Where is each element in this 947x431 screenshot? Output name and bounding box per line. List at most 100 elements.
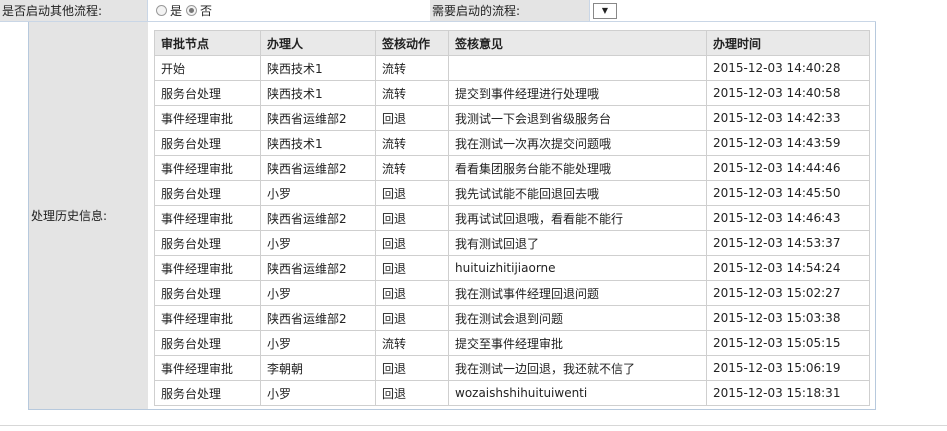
cell-opinion: 我有测试回退了 (448, 230, 707, 256)
cell-approval-node: 服务台处理 (154, 330, 261, 356)
cell-time: 2015-12-03 15:03:38 (706, 305, 870, 331)
cell-action: 回退 (375, 305, 449, 331)
chevron-down-icon: ▼ (601, 6, 609, 15)
cell-handler: 小罗 (260, 180, 376, 206)
table-row: 服务台处理 小罗 回退 我先试试能不能回退回去哦 2015-12-03 14:45:50 (154, 180, 870, 206)
cell-time: 2015-12-03 15:18:31 (706, 380, 870, 406)
cell-approval-node: 服务台处理 (154, 180, 261, 206)
history-label: 处理历史信息: (28, 22, 148, 410)
cell-opinion: 我再试试回退哦，看看能不能行 (448, 205, 707, 231)
cell-opinion: 我先试试能不能回退回去哦 (448, 180, 707, 206)
history-panel: 审批节点 办理人 签核动作 签核意见 办理时间 开始 陕西技术1 流转 2015-12… (148, 22, 876, 410)
cell-handler: 陕西省运维部2 (260, 205, 376, 231)
cell-handler: 陕西技术1 (260, 130, 376, 156)
cell-time: 2015-12-03 14:44:46 (706, 155, 870, 181)
table-row: 事件经理审批 李朝朝 回退 我在测试一边回退，我还就不信了 2015-12-03 15:… (154, 355, 870, 381)
cell-time: 2015-12-03 15:05:15 (706, 330, 870, 356)
radio-no[interactable] (186, 5, 198, 16)
table-row: 服务台处理 小罗 回退 wozaishshihuituiwenti 2015-12-03… (154, 380, 870, 406)
cell-handler: 小罗 (260, 380, 376, 406)
cell-approval-node: 开始 (154, 55, 261, 81)
cell-handler: 陕西技术1 (260, 80, 376, 106)
col-approval-node: 审批节点 (154, 30, 261, 56)
table-row: 服务台处理 陕西技术1 流转 提交到事件经理进行处理哦 2015-12-03 14:40… (154, 80, 870, 106)
table-row: 事件经理审批 陕西省运维部2 流转 看看集团服务台能不能处理哦 2015-12-03 1… (154, 155, 870, 181)
cell-handler: 李朝朝 (260, 355, 376, 381)
table-row: 服务台处理 陕西技术1 流转 我在测试一次再次提交问题哦 2015-12-03 14:4… (154, 130, 870, 156)
cell-action: 回退 (375, 105, 449, 131)
cell-opinion: 提交到事件经理进行处理哦 (448, 80, 707, 106)
footer-divider (0, 425, 947, 426)
col-handler: 办理人 (260, 30, 376, 56)
table-row: 服务台处理 小罗 回退 我有测试回退了 2015-12-03 14:53:37 (154, 230, 870, 256)
cell-time: 2015-12-03 15:06:19 (706, 355, 870, 381)
cell-opinion: 提交至事件经理审批 (448, 330, 707, 356)
cell-approval-node: 事件经理审批 (154, 205, 261, 231)
cell-opinion: 我在测试会退到问题 (448, 305, 707, 331)
cell-time: 2015-12-03 14:40:28 (706, 55, 870, 81)
cell-approval-node: 服务台处理 (154, 230, 261, 256)
table-row: 服务台处理 小罗 回退 我在测试事件经理回退问题 2015-12-03 15:02:27 (154, 280, 870, 306)
cell-handler: 陕西省运维部2 (260, 155, 376, 181)
radio-no-label[interactable]: 否 (200, 2, 212, 19)
cell-handler: 陕西省运维部2 (260, 305, 376, 331)
cell-handler: 小罗 (260, 280, 376, 306)
table-row: 事件经理审批 陕西省运维部2 回退 我再试试回退哦，看看能不能行 2015-12-03 … (154, 205, 870, 231)
start-other-process-options: 是 否 (148, 0, 430, 22)
cell-handler: 陕西省运维部2 (260, 255, 376, 281)
cell-approval-node: 服务台处理 (154, 130, 261, 156)
cell-action: 流转 (375, 130, 449, 156)
cell-approval-node: 服务台处理 (154, 380, 261, 406)
cell-action: 回退 (375, 280, 449, 306)
cell-opinion: wozaishshihuituiwenti (448, 380, 707, 406)
need-start-process-label: 需要启动的流程: (430, 0, 590, 22)
process-select[interactable]: ▼ (593, 2, 617, 19)
radio-yes[interactable] (156, 5, 167, 16)
cell-opinion: 我在测试事件经理回退问题 (448, 280, 707, 306)
cell-time: 2015-12-03 14:42:33 (706, 105, 870, 131)
cell-action: 流转 (375, 155, 449, 181)
cell-opinion: 我测试一下会退到省级服务台 (448, 105, 707, 131)
cell-handler: 陕西省运维部2 (260, 105, 376, 131)
cell-time: 2015-12-03 15:02:27 (706, 280, 870, 306)
col-action: 签核动作 (375, 30, 449, 56)
cell-action: 流转 (375, 330, 449, 356)
col-time: 办理时间 (706, 30, 870, 56)
cell-time: 2015-12-03 14:45:50 (706, 180, 870, 206)
cell-time: 2015-12-03 14:43:59 (706, 130, 870, 156)
cell-handler: 小罗 (260, 330, 376, 356)
cell-approval-node: 事件经理审批 (154, 355, 261, 381)
cell-approval-node: 事件经理审批 (154, 105, 261, 131)
cell-time: 2015-12-03 14:46:43 (706, 205, 870, 231)
col-opinion: 签核意见 (448, 30, 707, 56)
cell-approval-node: 事件经理审批 (154, 155, 261, 181)
start-process-row: 是否启动其他流程: 是 否 需要启动的流程: ▼ (0, 0, 876, 22)
cell-opinion: 看看集团服务台能不能处理哦 (448, 155, 707, 181)
cell-action: 回退 (375, 355, 449, 381)
history-table-body: 开始 陕西技术1 流转 2015-12-03 14:40:28 服务台处理 陕西技术1 流转… (154, 55, 870, 406)
cell-approval-node: 事件经理审批 (154, 255, 261, 281)
table-row: 事件经理审批 陕西省运维部2 回退 我在测试会退到问题 2015-12-03 15:03… (154, 305, 870, 331)
table-row: 事件经理审批 陕西省运维部2 回退 我测试一下会退到省级服务台 2015-12-03 1… (154, 105, 870, 131)
cell-action: 回退 (375, 255, 449, 281)
cell-approval-node: 服务台处理 (154, 280, 261, 306)
cell-approval-node: 服务台处理 (154, 80, 261, 106)
cell-opinion: 我在测试一次再次提交问题哦 (448, 130, 707, 156)
history-header-row: 审批节点 办理人 签核动作 签核意见 办理时间 (154, 30, 870, 56)
table-row: 开始 陕西技术1 流转 2015-12-03 14:40:28 (154, 55, 870, 81)
cell-opinion: 我在测试一边回退，我还就不信了 (448, 355, 707, 381)
cell-time: 2015-12-03 14:40:58 (706, 80, 870, 106)
cell-opinion: huituizhitijiaorne (448, 255, 707, 281)
need-start-process-value: ▼ (590, 0, 876, 22)
cell-handler: 陕西技术1 (260, 55, 376, 81)
table-row: 服务台处理 小罗 流转 提交至事件经理审批 2015-12-03 15:05:15 (154, 330, 870, 356)
cell-time: 2015-12-03 14:54:24 (706, 255, 870, 281)
cell-handler: 小罗 (260, 230, 376, 256)
start-other-process-label: 是否启动其他流程: (0, 0, 148, 22)
cell-action: 回退 (375, 205, 449, 231)
cell-action: 回退 (375, 230, 449, 256)
cell-approval-node: 事件经理审批 (154, 305, 261, 331)
table-row: 事件经理审批 陕西省运维部2 回退 huituizhitijiaorne 2015-12… (154, 255, 870, 281)
radio-yes-label[interactable]: 是 (170, 2, 182, 19)
cell-action: 回退 (375, 380, 449, 406)
